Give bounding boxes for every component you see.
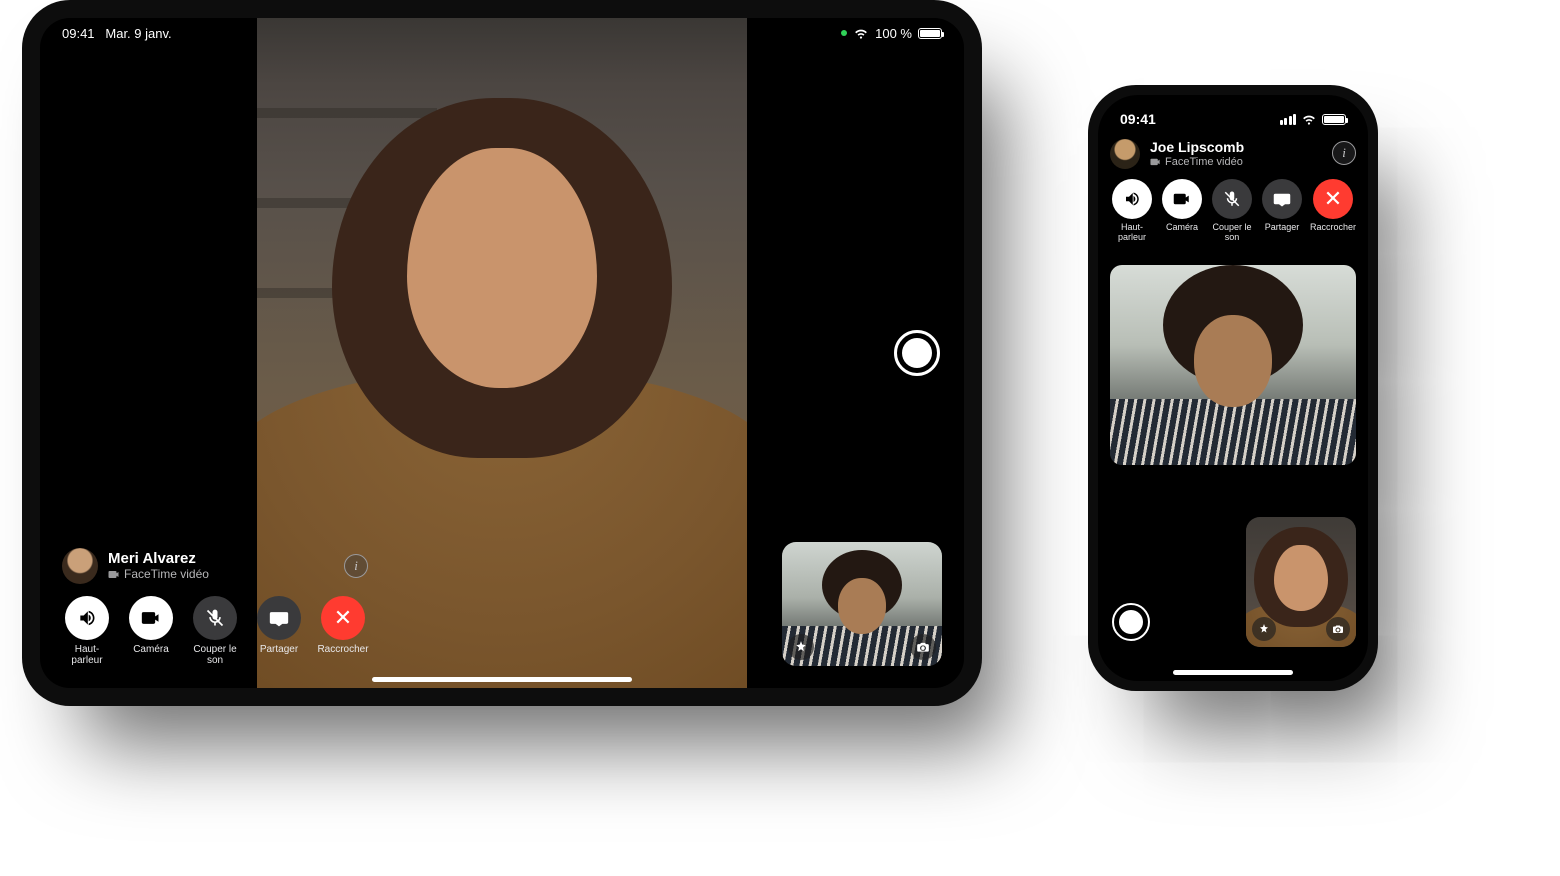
remote-video[interactable]: [1110, 265, 1356, 465]
close-icon: ✕: [1324, 187, 1342, 211]
speaker-label: Haut-parleur: [62, 644, 112, 666]
share-control: Partager: [254, 596, 304, 666]
ipad-status-right: 100 %: [841, 26, 942, 41]
self-view-pip[interactable]: [1246, 517, 1356, 647]
mute-button[interactable]: [193, 596, 237, 640]
end-control: ✕ Raccrocher: [1310, 179, 1356, 243]
speaker-control: Haut-parleur: [1110, 179, 1154, 243]
camera-label: Caméra: [133, 644, 169, 655]
caller-avatar: [62, 548, 98, 584]
flip-camera-button[interactable]: [910, 634, 936, 660]
camera-icon: [1173, 190, 1191, 208]
home-indicator[interactable]: [372, 677, 632, 682]
camera-control: Caméra: [1160, 179, 1204, 243]
share-button[interactable]: [257, 596, 301, 640]
video-icon: [108, 569, 120, 579]
speaker-button[interactable]: [65, 596, 109, 640]
speaker-icon: [1123, 190, 1141, 208]
live-photo-button[interactable]: [894, 330, 940, 376]
effects-button[interactable]: [788, 634, 814, 660]
call-button-row: Haut-parleur Caméra Couper le son: [1110, 179, 1356, 243]
mute-label: Couper le son: [1210, 223, 1254, 243]
flip-camera-button[interactable]: [1326, 617, 1350, 641]
caller-avatar: [1110, 139, 1140, 169]
iphone-screen: 09:41 Joe Lipscomb FaceTime vidéo: [1098, 95, 1368, 681]
mute-control: Couper le son: [190, 596, 240, 666]
end-label: Raccrocher: [1310, 223, 1356, 233]
camera-control: Caméra: [126, 596, 176, 666]
caller-subtitle: FaceTime vidéo: [1150, 156, 1244, 168]
call-button-row: Haut-parleur Caméra Couper le son: [62, 596, 372, 666]
share-button[interactable]: [1262, 179, 1302, 219]
close-icon: ✕: [334, 606, 352, 630]
end-control: ✕ Raccrocher: [318, 596, 368, 666]
mute-button[interactable]: [1212, 179, 1252, 219]
battery-icon: [918, 28, 942, 39]
speaker-control: Haut-parleur: [62, 596, 112, 666]
camera-icon: [141, 608, 161, 628]
end-call-button[interactable]: ✕: [1313, 179, 1353, 219]
battery-icon: [1322, 114, 1346, 125]
mic-off-icon: [1223, 190, 1241, 208]
call-info-button[interactable]: i: [1332, 141, 1356, 165]
mute-label: Couper le son: [190, 644, 240, 666]
camera-button[interactable]: [129, 596, 173, 640]
caller-name: Joe Lipscomb: [1150, 140, 1244, 155]
caller-info: Joe Lipscomb FaceTime vidéo i: [1110, 139, 1356, 169]
call-info-button[interactable]: i: [344, 554, 368, 578]
mic-off-icon: [205, 608, 225, 628]
iphone-time: 09:41: [1120, 111, 1156, 127]
end-call-button[interactable]: ✕: [321, 596, 365, 640]
caller-name: Meri Alvarez: [108, 551, 209, 568]
iphone-status-right: [1280, 113, 1347, 125]
cellular-icon: [1280, 114, 1297, 125]
speaker-label: Haut-parleur: [1110, 223, 1154, 243]
video-icon: [1150, 157, 1161, 166]
shareplay-icon: [1273, 190, 1291, 208]
camera-label: Caméra: [1166, 223, 1198, 233]
ipad-screen: 09:41 Mar. 9 janv. 100 %: [40, 18, 964, 688]
ipad-status-left: 09:41 Mar. 9 janv.: [62, 26, 172, 41]
live-photo-button[interactable]: [1112, 603, 1150, 641]
camera-button[interactable]: [1162, 179, 1202, 219]
end-label: Raccrocher: [317, 644, 368, 655]
dynamic-island: [1188, 105, 1278, 131]
mute-control: Couper le son: [1210, 179, 1254, 243]
battery-text: 100 %: [875, 26, 912, 41]
ipad-time: 09:41: [62, 26, 95, 41]
home-indicator[interactable]: [1173, 670, 1293, 675]
wifi-icon: [853, 27, 869, 39]
wifi-icon: [1301, 113, 1317, 125]
share-control: Partager: [1260, 179, 1304, 243]
effects-button[interactable]: [1252, 617, 1276, 641]
call-controls-panel: Joe Lipscomb FaceTime vidéo i Haut-parle…: [1110, 139, 1356, 243]
camera-active-dot-icon: [841, 30, 847, 36]
ipad-date: Mar. 9 janv.: [105, 26, 171, 41]
share-label: Partager: [260, 644, 298, 655]
speaker-button[interactable]: [1112, 179, 1152, 219]
caller-subtitle: FaceTime vidéo: [108, 568, 209, 581]
shareplay-icon: [269, 608, 289, 628]
share-label: Partager: [1265, 223, 1300, 233]
call-controls-panel: Meri Alvarez FaceTime vidéo i Haut-parle…: [62, 548, 372, 666]
self-view-pip[interactable]: [782, 542, 942, 666]
speaker-icon: [77, 608, 97, 628]
ipad-device: 09:41 Mar. 9 janv. 100 %: [22, 0, 982, 706]
iphone-device: 09:41 Joe Lipscomb FaceTime vidéo: [1088, 85, 1378, 691]
caller-info: Meri Alvarez FaceTime vidéo i: [62, 548, 372, 584]
